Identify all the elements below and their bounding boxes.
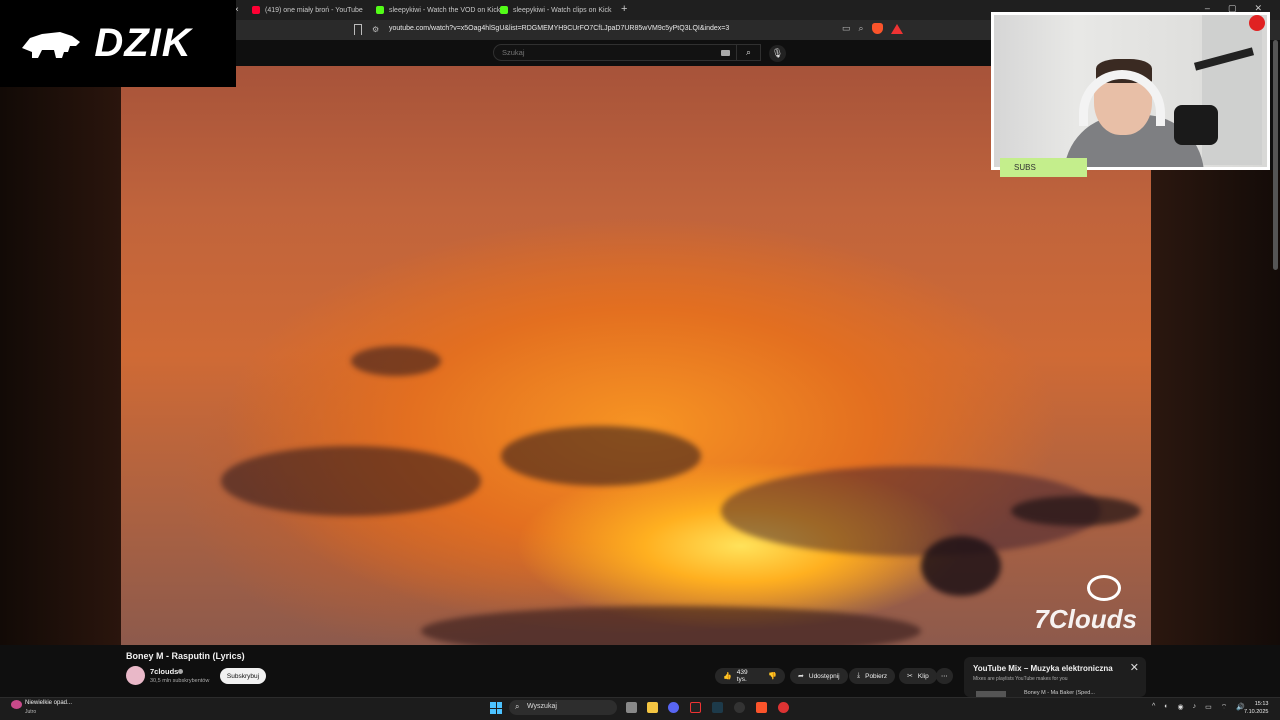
kick-icon bbox=[376, 6, 384, 14]
address-bar-actions: ▭ ⌕ bbox=[842, 23, 903, 34]
cloud bbox=[421, 606, 921, 645]
video-ambient-left bbox=[0, 66, 121, 645]
live-badge-icon bbox=[1249, 15, 1265, 31]
like-dislike-group: 👍 439 tys. 👎 bbox=[715, 668, 785, 684]
mix-subtitle: Mixes are playlists YouTube makes for yo… bbox=[973, 676, 1068, 682]
search-icon: ⌕ bbox=[745, 47, 752, 57]
mix-playlist-panel: YouTube Mix – Muzyka elektroniczna Mixes… bbox=[964, 657, 1146, 697]
mix-title: YouTube Mix – Muzyka elektroniczna bbox=[973, 664, 1113, 673]
taskbar-search[interactable]: ⌕ Wyszukaj bbox=[509, 700, 617, 715]
brave-browser-icon[interactable] bbox=[756, 702, 767, 713]
channel-avatar[interactable] bbox=[126, 666, 145, 685]
display-icon[interactable]: ▭ bbox=[1205, 703, 1212, 712]
url-field[interactable]: youtube.com/watch?v=x5Oag4hlSgU&list=RDG… bbox=[389, 25, 729, 32]
task-view-icon[interactable] bbox=[626, 702, 637, 713]
weather-icon[interactable] bbox=[11, 700, 22, 709]
scissors-icon: ✂ bbox=[907, 673, 913, 680]
page-scrollbar[interactable] bbox=[1273, 40, 1278, 270]
voice-search-button[interactable]: 🎙 bbox=[769, 45, 786, 62]
subscribe-button[interactable]: Subskrybuj bbox=[220, 668, 266, 684]
logo-text: DZIK bbox=[94, 21, 192, 65]
system-clock[interactable]: 15:13 7.10.2025 bbox=[1244, 700, 1268, 716]
youtube-icon bbox=[252, 6, 260, 14]
subs-goal-bar: SUBS bbox=[1000, 158, 1087, 177]
site-info-icon[interactable]: ⚙ bbox=[372, 25, 379, 34]
tab-label: sleepykiwi - Watch clips on Kick bbox=[513, 6, 612, 14]
app-icon[interactable] bbox=[690, 702, 701, 713]
video-watermark: 7Clouds bbox=[1034, 604, 1137, 634]
file-explorer-icon[interactable] bbox=[647, 702, 658, 713]
discord-icon[interactable] bbox=[668, 702, 679, 713]
steam-icon[interactable]: ◉ bbox=[1178, 703, 1184, 712]
search-box[interactable]: ⌕ bbox=[493, 44, 761, 61]
clip-label: Klip bbox=[917, 672, 929, 680]
tab-kick-vod[interactable]: sleepykiwi - Watch the VOD on Kick bbox=[376, 2, 500, 18]
subscriber-count: 30,5 mln subskrybentów bbox=[150, 678, 210, 684]
brave-rewards-icon[interactable] bbox=[890, 23, 903, 34]
thumbs-up-icon[interactable]: 👍 bbox=[723, 672, 732, 680]
xbox-icon[interactable] bbox=[712, 702, 723, 713]
cloud bbox=[221, 446, 481, 516]
new-tab-button[interactable]: + bbox=[621, 3, 627, 15]
brave-shields-icon[interactable] bbox=[871, 23, 883, 34]
zoom-icon[interactable]: ⌕ bbox=[859, 23, 864, 34]
boar-icon bbox=[22, 32, 80, 58]
weather-text[interactable]: Niewielkie opad... bbox=[25, 700, 72, 706]
microphone bbox=[1174, 105, 1218, 145]
download-button[interactable]: ⤓ Pobierz bbox=[849, 668, 896, 684]
windows-taskbar bbox=[0, 697, 1280, 720]
kick-icon bbox=[500, 6, 508, 14]
keyboard-icon[interactable] bbox=[721, 50, 730, 56]
share-icon: ➦ bbox=[798, 673, 804, 680]
7clouds-logo-icon bbox=[1087, 575, 1121, 601]
cloud bbox=[1011, 496, 1141, 526]
tab-kick-clips[interactable]: sleepykiwi - Watch clips on Kick bbox=[500, 2, 612, 18]
tray-app-icon[interactable]: ◐ bbox=[1164, 703, 1168, 712]
search-icon: ⌕ bbox=[515, 702, 520, 711]
video-ambient-right bbox=[1151, 170, 1280, 645]
tab-label: (419) one miały broń - YouTube bbox=[265, 6, 363, 14]
download-label: Pobierz bbox=[865, 672, 888, 680]
tab-youtube[interactable]: (419) one miały broń - YouTube bbox=[252, 2, 363, 18]
channel-name[interactable]: 7clouds bbox=[150, 667, 178, 676]
close-icon[interactable]: ✕ bbox=[1130, 661, 1139, 674]
verified-icon bbox=[178, 669, 183, 674]
share-button[interactable]: ➦ Udostępnij bbox=[790, 668, 848, 684]
cloud bbox=[501, 426, 701, 486]
more-actions-button[interactable]: ⋯ bbox=[936, 668, 953, 684]
wifi-icon[interactable]: ⌔ bbox=[1221, 703, 1228, 712]
windows-start-icon[interactable] bbox=[490, 702, 502, 714]
video-title: Boney M - Rasputin (Lyrics) bbox=[126, 651, 245, 661]
share-label: Udostępnij bbox=[808, 672, 840, 680]
dzik-logo: DZIK bbox=[0, 0, 236, 87]
thumbs-down-icon[interactable]: 👎 bbox=[768, 672, 777, 680]
webcam-overlay bbox=[991, 12, 1270, 170]
download-icon: ⤓ bbox=[857, 672, 861, 679]
chrome-icon[interactable] bbox=[778, 702, 789, 713]
bookmark-icon[interactable] bbox=[354, 24, 362, 35]
clock-time: 15:13 bbox=[1254, 701, 1269, 707]
clip-button[interactable]: ✂ Klip bbox=[899, 668, 937, 684]
system-tray: ^ ◐ ◉ ♪ ▭ ⌔ 🔊 bbox=[1152, 703, 1245, 712]
mix-item-title[interactable]: Boney M - Ma Baker (Sped... bbox=[1024, 690, 1095, 696]
mic-icon: 🎙 bbox=[771, 48, 784, 58]
taskbar-search-label: Wyszukaj bbox=[527, 703, 557, 710]
tab-label: sleepykiwi - Watch the VOD on Kick bbox=[389, 6, 501, 14]
weather-subtext: Jutro bbox=[25, 709, 37, 715]
like-count[interactable]: 439 tys. bbox=[737, 669, 752, 683]
cast-icon[interactable]: ▭ bbox=[842, 23, 851, 34]
cloud bbox=[351, 346, 441, 376]
search-input[interactable] bbox=[502, 48, 702, 57]
clock-date: 7.10.2025 bbox=[1244, 709, 1269, 715]
mic-icon[interactable]: ♪ bbox=[1193, 703, 1197, 712]
search-button[interactable]: ⌕ bbox=[736, 44, 760, 61]
cloud bbox=[921, 536, 1001, 596]
chevron-up-icon[interactable]: ^ bbox=[1152, 703, 1155, 712]
obs-icon[interactable] bbox=[734, 702, 745, 713]
